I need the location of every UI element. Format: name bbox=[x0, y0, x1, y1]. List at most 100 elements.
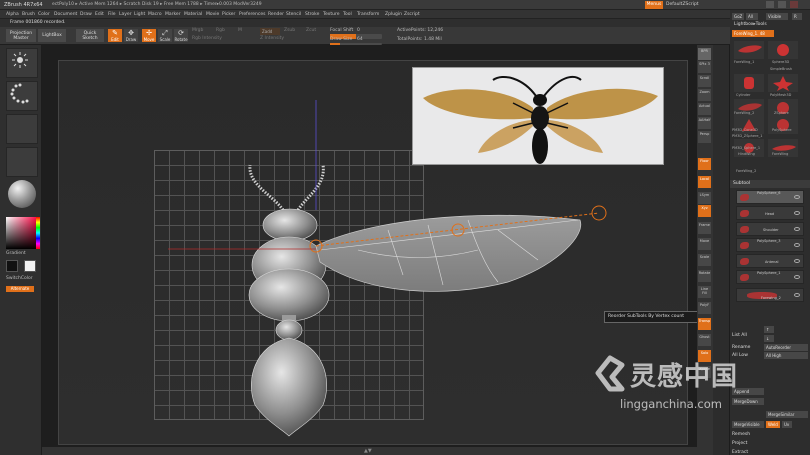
eye-icon[interactable] bbox=[794, 227, 800, 231]
brush-thumbnail[interactable] bbox=[6, 48, 38, 78]
switchcolor-label[interactable]: SwitchColor bbox=[6, 276, 33, 281]
line-fill-button[interactable]: Line Fill bbox=[698, 286, 711, 298]
bottom-shelf[interactable]: ▲▼ bbox=[42, 447, 697, 455]
menu-stroke[interactable]: Stroke bbox=[305, 12, 319, 17]
eye-icon[interactable] bbox=[794, 243, 800, 247]
menu-file[interactable]: File bbox=[108, 12, 116, 17]
menu-render[interactable]: Render bbox=[268, 12, 284, 17]
move-button[interactable]: ✢ Move bbox=[142, 29, 156, 42]
quick-sketch-button[interactable]: Quick Sketch bbox=[76, 29, 104, 42]
zadd-toggle[interactable]: Zadd bbox=[260, 28, 280, 35]
material-sphere-icon[interactable] bbox=[8, 180, 36, 208]
menu-edit[interactable]: Edit bbox=[95, 12, 104, 17]
menu-stencil[interactable]: Stencil bbox=[286, 12, 301, 17]
move-view-button[interactable]: Move bbox=[698, 238, 711, 250]
lightbox-tools-button[interactable]: Lightbox▸Tools bbox=[734, 22, 767, 27]
tool-thumb-sphere3d[interactable] bbox=[768, 41, 798, 59]
menu-brush[interactable]: Brush bbox=[22, 12, 35, 17]
m-toggle[interactable]: M bbox=[238, 28, 242, 33]
lsym-button[interactable]: LSym bbox=[698, 192, 711, 204]
subtool-row[interactable]: Forewing_2 bbox=[736, 288, 804, 302]
all-button[interactable]: All bbox=[746, 13, 758, 20]
default-zscript-button[interactable]: DefaultZScript bbox=[666, 2, 699, 7]
menu-zscript[interactable]: Zscript bbox=[404, 12, 420, 17]
eye-icon[interactable] bbox=[794, 293, 800, 297]
scale-view-button[interactable]: Scale bbox=[698, 254, 711, 266]
minimize-icon[interactable] bbox=[766, 1, 774, 8]
tool-thumb-cylinder[interactable] bbox=[734, 74, 764, 92]
secondary-color-swatch[interactable] bbox=[24, 260, 36, 272]
menu-picker[interactable]: Picker bbox=[222, 12, 235, 17]
menu-transform[interactable]: Transform bbox=[357, 12, 379, 17]
color-picker[interactable] bbox=[6, 217, 38, 249]
subtool-row[interactable]: PolySphere_3 bbox=[736, 238, 804, 252]
scale-button[interactable]: ⤢ Scale bbox=[158, 29, 172, 42]
current-tool-slider[interactable]: ForeWing_1. 48 bbox=[732, 30, 774, 37]
menu-tool[interactable]: Tool bbox=[343, 12, 352, 17]
menu-alpha[interactable]: Alpha bbox=[6, 12, 19, 17]
draw-button[interactable]: ✥ Draw bbox=[124, 29, 138, 42]
menu-light[interactable]: Light bbox=[134, 12, 145, 17]
menu-marker[interactable]: Marker bbox=[165, 12, 181, 17]
lightbox-button[interactable]: LightBox bbox=[38, 29, 66, 42]
rename-button[interactable]: Rename bbox=[732, 345, 750, 350]
arrow-down-icon[interactable]: ↓ bbox=[764, 335, 774, 342]
frame-button[interactable]: Frame bbox=[698, 222, 711, 234]
stroke-thumbnail[interactable] bbox=[6, 81, 38, 111]
hue-bar[interactable] bbox=[36, 217, 40, 249]
subtool-header[interactable]: Subtool bbox=[730, 180, 810, 188]
visible-button[interactable]: Visible bbox=[766, 13, 788, 20]
r-button[interactable]: R bbox=[792, 13, 802, 20]
actual-button[interactable]: Actual bbox=[698, 103, 711, 115]
menu-material[interactable]: Material bbox=[184, 12, 202, 17]
extract-button[interactable]: Extract bbox=[732, 450, 748, 455]
persp-button[interactable]: Persp bbox=[698, 131, 711, 143]
main-color-swatch[interactable] bbox=[6, 260, 18, 272]
autoreorder-button[interactable]: AutoReorder bbox=[764, 344, 808, 351]
menu-texture[interactable]: Texture bbox=[323, 12, 339, 17]
menu-preferences[interactable]: Preferences bbox=[239, 12, 265, 17]
project-button[interactable]: Project bbox=[732, 441, 747, 446]
subtool-row[interactable]: Antenal bbox=[736, 254, 804, 268]
collapse-arrow-icon[interactable]: ▲▼ bbox=[364, 448, 372, 454]
zoom-button[interactable]: Zoom bbox=[698, 89, 711, 101]
rotate-button[interactable]: ⟳ Rotate bbox=[174, 29, 188, 42]
edit-button[interactable]: ✎ Edit bbox=[108, 29, 122, 42]
tool-thumb-forewing-1[interactable] bbox=[734, 41, 764, 59]
rgb-toggle[interactable]: Rgb bbox=[216, 28, 225, 33]
xyz-button[interactable]: Xyz bbox=[698, 205, 711, 217]
menu-document[interactable]: Document bbox=[54, 12, 77, 17]
floor-button[interactable]: Floor bbox=[698, 158, 711, 170]
subtool-row[interactable]: PolySphere_1 bbox=[736, 270, 804, 284]
aahalf-button[interactable]: AAHalf bbox=[698, 117, 711, 129]
remesh-button[interactable]: Remesh bbox=[732, 432, 750, 437]
menu-movie[interactable]: Movie bbox=[206, 12, 219, 17]
menu-draw[interactable]: Draw bbox=[80, 12, 92, 17]
goz-button[interactable]: GoZ bbox=[732, 13, 744, 20]
polyf-button[interactable]: PolyF bbox=[698, 302, 711, 314]
menu-layer[interactable]: Layer bbox=[119, 12, 132, 17]
maximize-icon[interactable] bbox=[778, 1, 786, 8]
close-icon[interactable] bbox=[790, 1, 798, 8]
arrow-up-icon[interactable]: ↑ bbox=[764, 326, 774, 333]
projection-master-button[interactable]: Projection Master bbox=[6, 29, 36, 42]
local-button[interactable]: Local bbox=[698, 176, 711, 188]
alternate-button[interactable]: Alternate bbox=[6, 286, 34, 292]
bpr-button[interactable]: BPR bbox=[698, 48, 711, 60]
tool-thumb-polymesh3d[interactable] bbox=[768, 74, 798, 92]
eye-icon[interactable] bbox=[794, 211, 800, 215]
menu-zplugin[interactable]: Zplugin bbox=[385, 12, 402, 17]
scroll-button[interactable]: Scroll bbox=[698, 75, 711, 87]
zsub-toggle[interactable]: Zsub bbox=[284, 28, 295, 33]
subtool-row[interactable]: Head bbox=[736, 206, 804, 220]
mrgb-toggle[interactable]: Mrgb bbox=[192, 28, 203, 33]
menu-color[interactable]: Color bbox=[38, 12, 50, 17]
menu-macro[interactable]: Macro bbox=[148, 12, 162, 17]
list-all-button[interactable]: List All bbox=[732, 333, 747, 338]
eye-icon[interactable] bbox=[794, 275, 800, 279]
transp-button[interactable]: Transp bbox=[698, 318, 711, 330]
menus-button[interactable]: Menus bbox=[645, 1, 663, 9]
subtool-row[interactable]: PolySphere_6 bbox=[736, 190, 804, 204]
alpha-thumbnail[interactable] bbox=[6, 114, 38, 144]
eye-icon[interactable] bbox=[794, 195, 800, 199]
